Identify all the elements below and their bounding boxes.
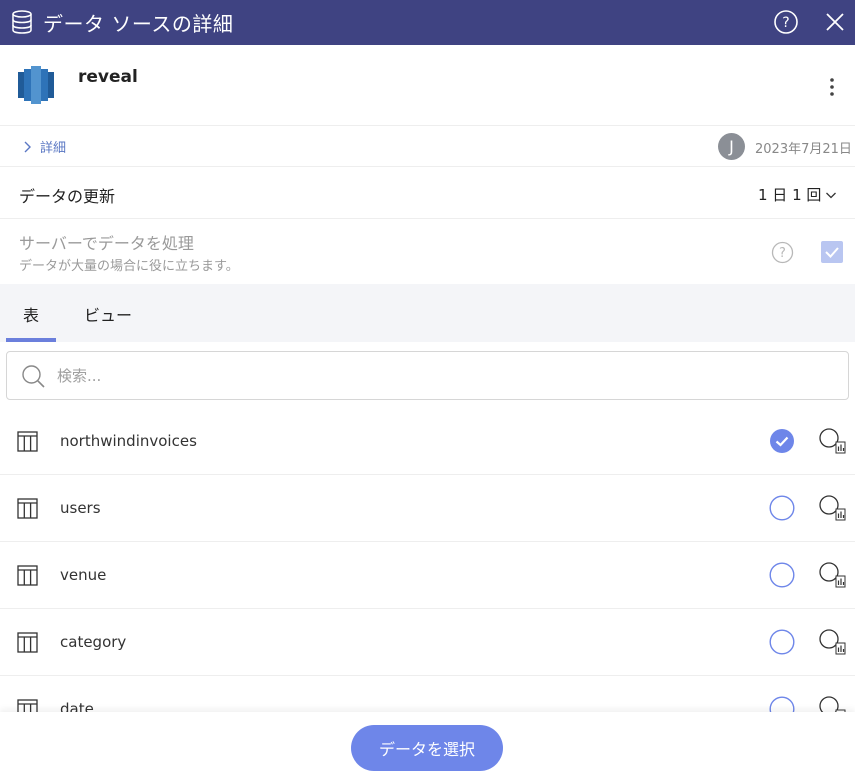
table-name: date: [60, 700, 94, 712]
server-processing-checkbox[interactable]: [821, 241, 843, 263]
unselected-circle-icon[interactable]: [769, 629, 795, 655]
title-bar: データ ソースの詳細 ?: [0, 0, 855, 45]
amazon-redshift-logo: [18, 66, 54, 104]
list-item[interactable]: users: [0, 475, 855, 542]
list-item[interactable]: northwindinvoices: [0, 408, 855, 475]
table-icon: [17, 699, 38, 712]
preview-data-icon[interactable]: [818, 695, 846, 712]
table-name: users: [60, 499, 101, 517]
details-expander[interactable]: 詳細: [22, 137, 66, 156]
list-item[interactable]: date: [0, 676, 855, 712]
svg-text:?: ?: [779, 246, 786, 261]
preview-data-icon[interactable]: [818, 628, 846, 656]
dialog-title: データ ソースの詳細: [43, 12, 234, 36]
avatar: J: [718, 133, 745, 160]
help-icon[interactable]: ?: [771, 241, 794, 264]
search-input[interactable]: [57, 362, 757, 390]
unselected-circle-icon[interactable]: [769, 495, 795, 521]
preview-data-icon[interactable]: [818, 561, 846, 589]
kebab-menu-icon[interactable]: [822, 76, 842, 98]
table-name: northwindinvoices: [60, 432, 197, 450]
table-icon: [17, 431, 38, 452]
server-processing-row: サーバーでデータを処理 データが大量の場合に役に立ちます。 ?: [0, 219, 855, 283]
table-list: northwindinvoices users venue category d…: [0, 408, 855, 712]
last-updated-date: 2023年7月21日: [755, 142, 852, 157]
chevron-down-icon: [826, 192, 837, 198]
details-label: 詳細: [40, 141, 67, 156]
tab-tables[interactable]: 表: [23, 302, 39, 326]
table-icon: [17, 565, 38, 586]
server-processing-subtitle: データが大量の場合に役に立ちます。: [19, 259, 239, 274]
list-item[interactable]: venue: [0, 542, 855, 609]
search-icon: [22, 365, 45, 388]
help-icon[interactable]: ?: [773, 9, 799, 35]
data-source-endpoint: [78, 90, 518, 102]
table-name: category: [60, 633, 127, 651]
checkmark-icon: [825, 247, 839, 258]
table-name: venue: [60, 566, 107, 584]
database-icon: [12, 10, 32, 34]
close-icon[interactable]: [824, 11, 846, 33]
data-refresh-row: データの更新 1 日 1 回: [0, 167, 855, 219]
chevron-right-icon: [24, 141, 31, 152]
data-source-name: reveal: [78, 67, 138, 87]
unselected-circle-icon[interactable]: [769, 562, 795, 588]
data-source-header: reveal: [0, 46, 855, 126]
data-refresh-value: 1 日 1 回: [758, 186, 822, 204]
select-data-button[interactable]: データを選択: [351, 725, 503, 771]
dialog-footer: データを選択: [0, 712, 855, 780]
preview-data-icon[interactable]: [818, 494, 846, 522]
server-processing-title: サーバーでデータを処理: [19, 234, 194, 253]
data-refresh-label: データの更新: [19, 187, 116, 206]
svg-text:?: ?: [782, 15, 789, 31]
table-icon: [17, 632, 38, 653]
data-refresh-dropdown[interactable]: 1 日 1 回: [758, 184, 837, 205]
unselected-circle-icon[interactable]: [769, 696, 795, 712]
active-tab-indicator: [6, 338, 56, 342]
selected-check-icon[interactable]: [769, 428, 795, 454]
table-icon: [17, 498, 38, 519]
tab-views[interactable]: ビュー: [84, 302, 132, 326]
search-box: [6, 351, 849, 400]
details-row: 詳細 J 2023年7月21日: [0, 126, 855, 167]
list-item[interactable]: category: [0, 609, 855, 676]
preview-data-icon[interactable]: [818, 427, 846, 455]
tab-bar: 表 ビュー: [0, 284, 855, 342]
